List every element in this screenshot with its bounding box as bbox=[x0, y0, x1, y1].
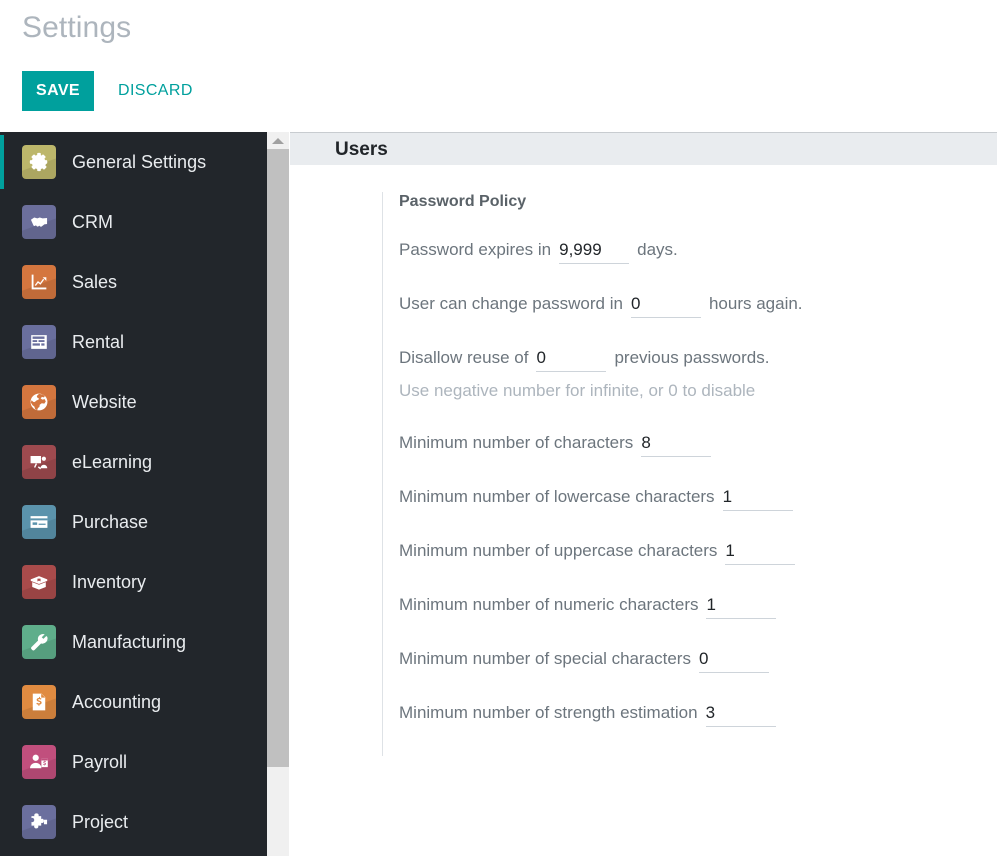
field-input[interactable] bbox=[641, 432, 712, 457]
field-label-prefix: Minimum number of lowercase characters bbox=[399, 487, 715, 506]
handshake-icon bbox=[22, 205, 56, 239]
sidebar-item-payroll[interactable]: Payroll bbox=[0, 732, 267, 792]
sidebar-item-label: Sales bbox=[72, 271, 118, 292]
sidebar-item-purchase[interactable]: Purchase bbox=[0, 492, 267, 552]
field-label-prefix: Minimum number of uppercase characters bbox=[399, 541, 718, 560]
field-row: Minimum number of uppercase characters bbox=[399, 540, 982, 565]
field-input[interactable] bbox=[705, 702, 776, 727]
field-label-prefix: Minimum number of numeric characters bbox=[399, 595, 699, 614]
field-input[interactable] bbox=[698, 648, 769, 673]
field-label-prefix: Minimum number of characters bbox=[399, 433, 634, 452]
action-buttons: SAVE DISCARD bbox=[22, 71, 199, 111]
sidebar-item-rental[interactable]: Rental bbox=[0, 312, 267, 372]
calendar-rows-icon bbox=[22, 325, 56, 359]
sidebar-scrollbar[interactable] bbox=[267, 132, 290, 856]
save-button[interactable]: SAVE bbox=[22, 71, 94, 111]
field-input[interactable] bbox=[722, 486, 793, 511]
field-row: Password expires in days. bbox=[399, 239, 982, 264]
sidebar-item-label: Website bbox=[72, 391, 137, 412]
sidebar-item-accounting[interactable]: Accounting bbox=[0, 672, 267, 732]
field-row: Minimum number of special characters bbox=[399, 648, 982, 673]
settings-sidebar: General Settings CRM Sales Rental Website eLe… bbox=[0, 132, 267, 856]
settings-content: Users Password Policy Password expires i… bbox=[290, 132, 997, 856]
open-box-icon bbox=[22, 565, 56, 599]
globe-icon bbox=[22, 385, 56, 419]
sidebar-item-label: General Settings bbox=[72, 151, 207, 172]
field-label-prefix: Disallow reuse of bbox=[399, 348, 529, 367]
field-label-suffix: previous passwords. bbox=[614, 348, 770, 367]
sidebar-item-inventory[interactable]: Inventory bbox=[0, 552, 267, 612]
field-input[interactable] bbox=[630, 293, 701, 318]
field-input[interactable] bbox=[706, 594, 777, 619]
section-header-users: Users bbox=[290, 132, 997, 165]
field-label-prefix: Password expires in bbox=[399, 240, 552, 259]
scrollbar-thumb[interactable] bbox=[267, 149, 289, 767]
sidebar-item-label: Inventory bbox=[72, 571, 147, 592]
field-label-prefix: Minimum number of special characters bbox=[399, 649, 691, 668]
employee-pay-icon bbox=[22, 745, 56, 779]
field-row: Minimum number of characters bbox=[399, 432, 982, 457]
field-input[interactable] bbox=[536, 347, 607, 372]
sidebar-item-project[interactable]: Project bbox=[0, 792, 267, 852]
sidebar-item-manufacturing[interactable]: Manufacturing bbox=[0, 612, 267, 672]
invoice-icon bbox=[22, 685, 56, 719]
section-title: Users bbox=[335, 138, 388, 160]
sidebar-item-sales[interactable]: Sales bbox=[0, 252, 267, 312]
puzzle-icon bbox=[22, 805, 56, 839]
chart-up-icon bbox=[22, 265, 56, 299]
sidebar-item-general-settings[interactable]: General Settings bbox=[0, 132, 267, 192]
settings-app-list: General Settings CRM Sales Rental Website eLe… bbox=[0, 132, 267, 852]
sidebar-item-label: Manufacturing bbox=[72, 631, 187, 652]
password-policy-block: Password Policy Password expires in days.… bbox=[382, 192, 982, 756]
page-title: Settings bbox=[22, 11, 132, 44]
field-label-suffix: days. bbox=[637, 240, 678, 259]
field-input[interactable] bbox=[559, 239, 630, 264]
field-input[interactable] bbox=[725, 540, 796, 565]
field-label-prefix: User can change password in bbox=[399, 294, 623, 313]
sidebar-item-label: eLearning bbox=[72, 451, 153, 472]
sidebar-item-elearning[interactable]: eLearning bbox=[0, 432, 267, 492]
gear-icon bbox=[22, 145, 56, 179]
scroll-up-arrow-icon[interactable] bbox=[267, 132, 289, 149]
field-row: Minimum number of numeric characters bbox=[399, 594, 982, 619]
field-row: Disallow reuse of previous passwords. bbox=[399, 347, 982, 372]
sidebar-item-label: Payroll bbox=[72, 751, 128, 772]
field-row: Minimum number of lowercase characters bbox=[399, 486, 982, 511]
sidebar-item-label: CRM bbox=[72, 211, 113, 232]
presenter-icon bbox=[22, 445, 56, 479]
sidebar-item-label: Rental bbox=[72, 331, 125, 352]
sidebar-item-label: Purchase bbox=[72, 511, 149, 532]
field-label-prefix: Minimum number of strength estimation bbox=[399, 703, 698, 722]
block-title: Password Policy bbox=[399, 193, 527, 210]
sidebar-item-label: Project bbox=[72, 811, 129, 832]
field-label-suffix: hours again. bbox=[708, 294, 803, 313]
field-row: User can change password in hours again. bbox=[399, 293, 982, 318]
sidebar-item-website[interactable]: Website bbox=[0, 372, 267, 432]
discard-button[interactable]: DISCARD bbox=[112, 71, 199, 111]
sidebar-item-label: Accounting bbox=[72, 691, 162, 712]
field-hint: Use negative number for infinite, or 0 t… bbox=[399, 381, 756, 400]
wrench-icon bbox=[22, 625, 56, 659]
sidebar-item-crm[interactable]: CRM bbox=[0, 192, 267, 252]
top-control-panel: Settings SAVE DISCARD bbox=[0, 0, 997, 132]
field-row: Minimum number of strength estimation bbox=[399, 702, 982, 727]
credit-card-icon bbox=[22, 505, 56, 539]
password-policy-fields: Password expires in days. User can change … bbox=[399, 239, 982, 727]
